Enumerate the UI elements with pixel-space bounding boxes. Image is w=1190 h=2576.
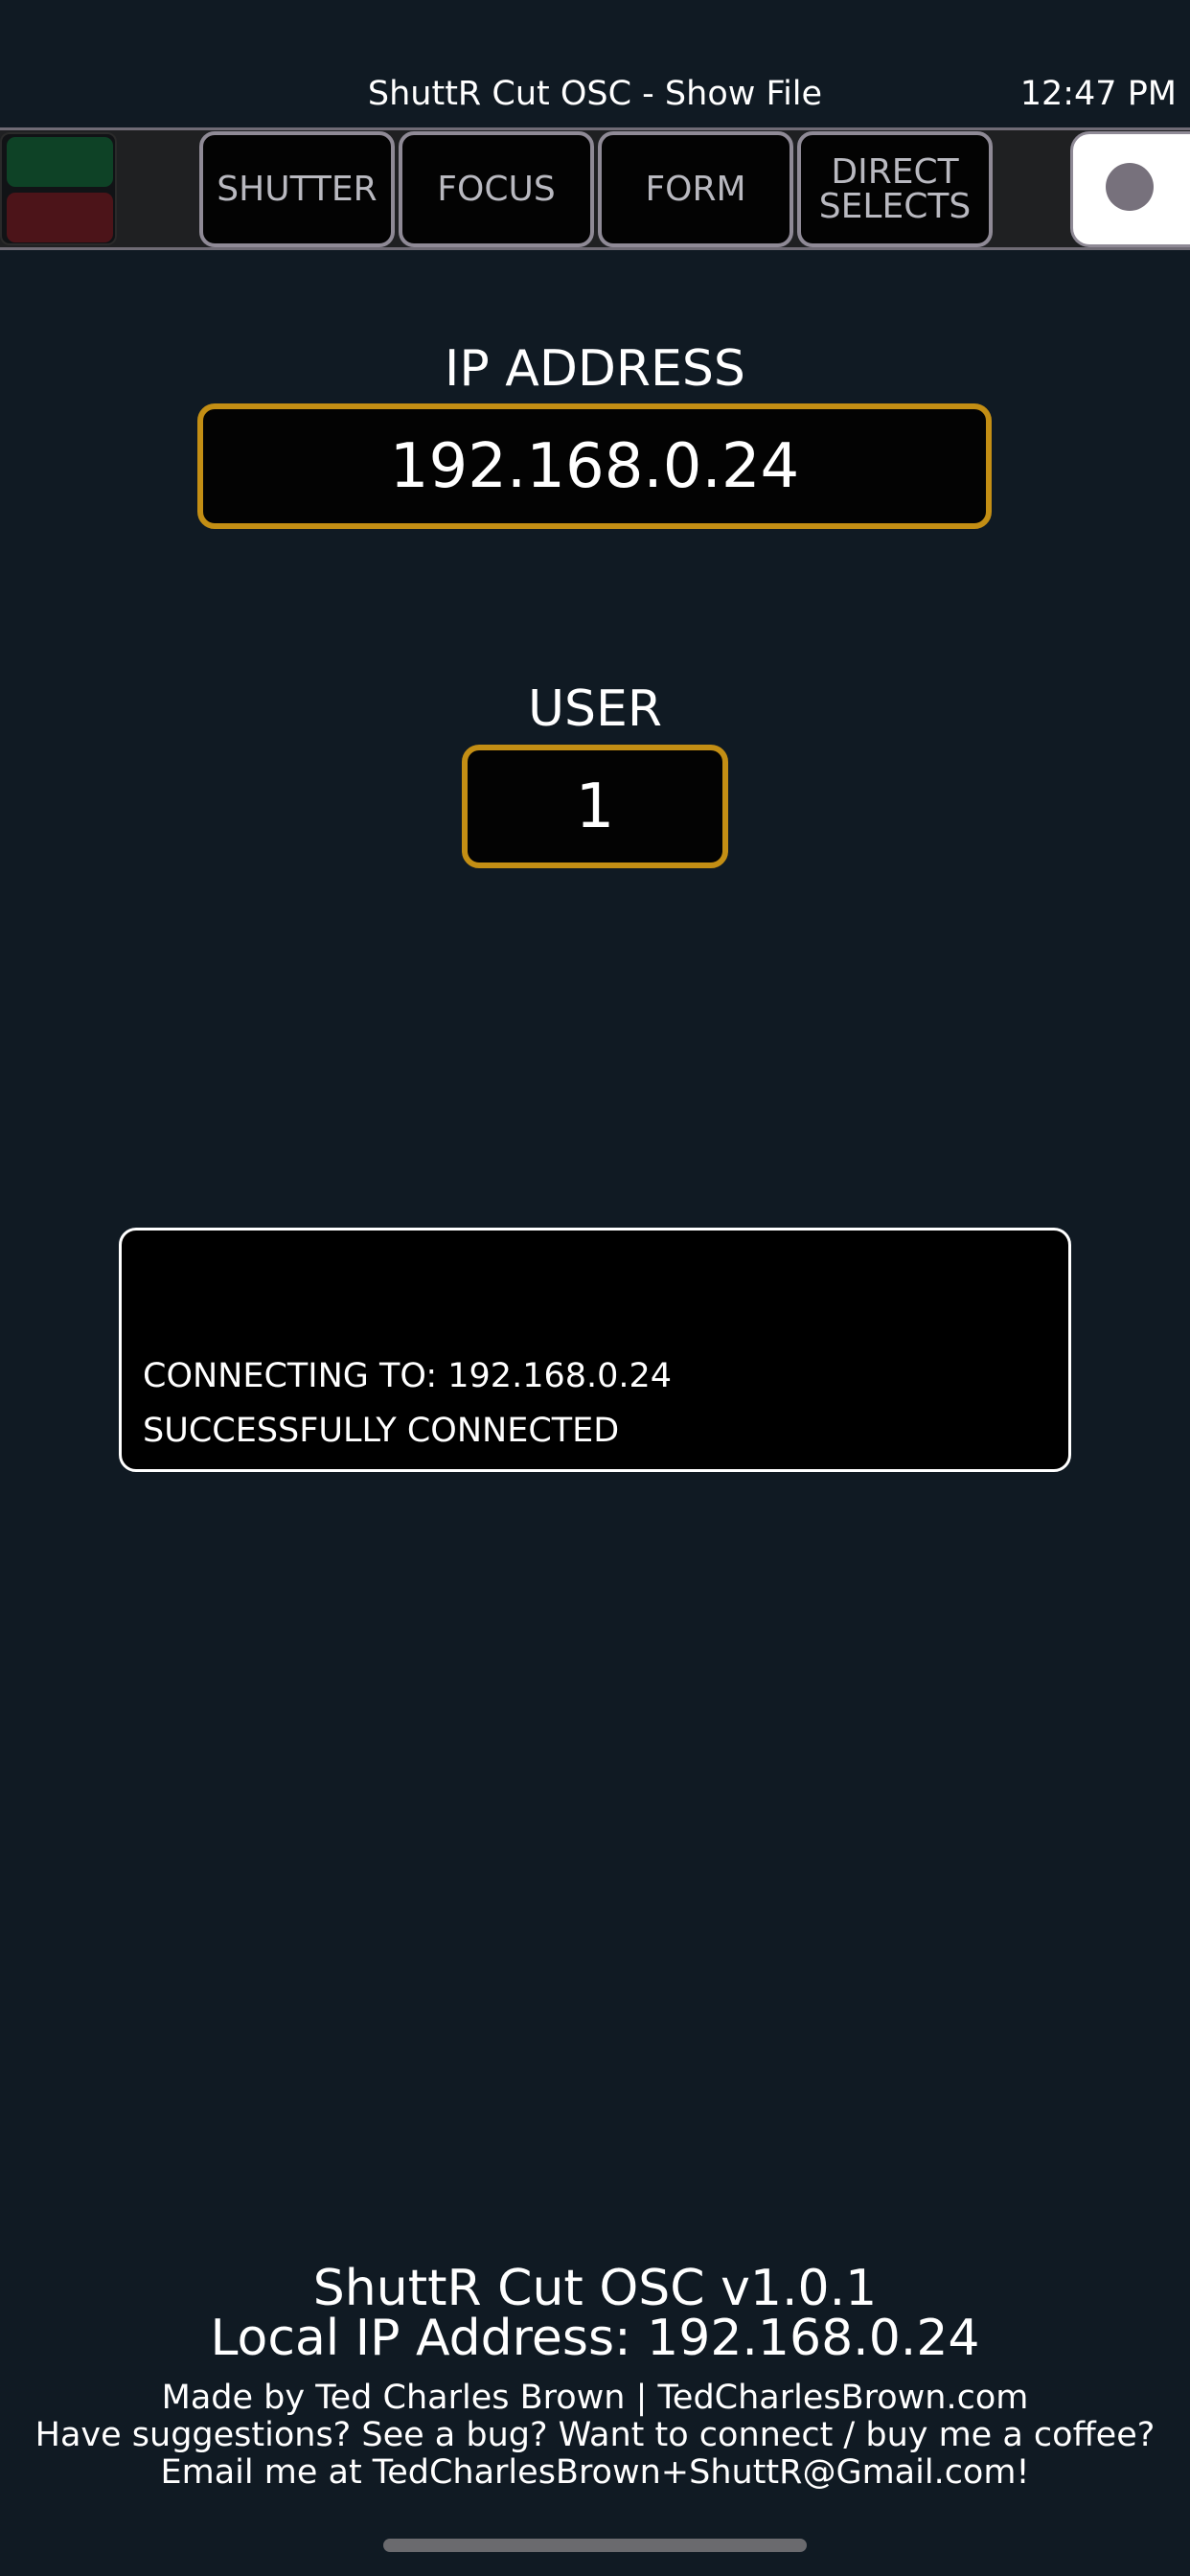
suggestions-text: Have suggestions? See a bug? Want to con… — [34, 2416, 1156, 2454]
tab-shutter[interactable]: SHUTTER — [199, 131, 395, 247]
connected-status-light — [7, 137, 113, 187]
log-line-connecting: CONNECTING TO: 192.168.0.24 — [143, 1357, 673, 1395]
user-input[interactable]: 1 — [462, 745, 728, 868]
ip-address-input[interactable]: 192.168.0.24 — [197, 403, 992, 529]
user-label: USER — [527, 680, 663, 738]
tab-focus[interactable]: FOCUS — [399, 131, 594, 247]
status-time: 12:47 PM — [1019, 75, 1177, 113]
contact-email-text: Email me at TedCharlesBrown+ShuttR@Gmail… — [160, 2453, 1030, 2492]
tab-direct-selects[interactable]: DIRECT SELECTS — [797, 131, 993, 247]
home-indicator[interactable] — [383, 2539, 807, 2552]
error-status-light — [7, 193, 113, 242]
tab-direct-selects-line2: SELECTS — [818, 186, 972, 226]
credit-text: Made by Ted Charles Brown | TedCharlesBr… — [161, 2379, 1029, 2417]
log-line-connected: SUCCESSFULLY CONNECTED — [143, 1412, 620, 1450]
local-ip-address: Local IP Address: 192.168.0.24 — [210, 2310, 980, 2367]
tab-direct-selects-line1: DIRECT — [831, 152, 959, 193]
tab-form[interactable]: FORM — [598, 131, 793, 247]
toolbar — [0, 127, 1190, 250]
ip-address-label: IP ADDRESS — [445, 340, 745, 398]
app-version: ShuttR Cut OSC v1.0.1 — [312, 2260, 878, 2317]
record-circle-icon — [1106, 163, 1154, 211]
app-title: ShuttR Cut OSC - Show File — [367, 75, 823, 113]
